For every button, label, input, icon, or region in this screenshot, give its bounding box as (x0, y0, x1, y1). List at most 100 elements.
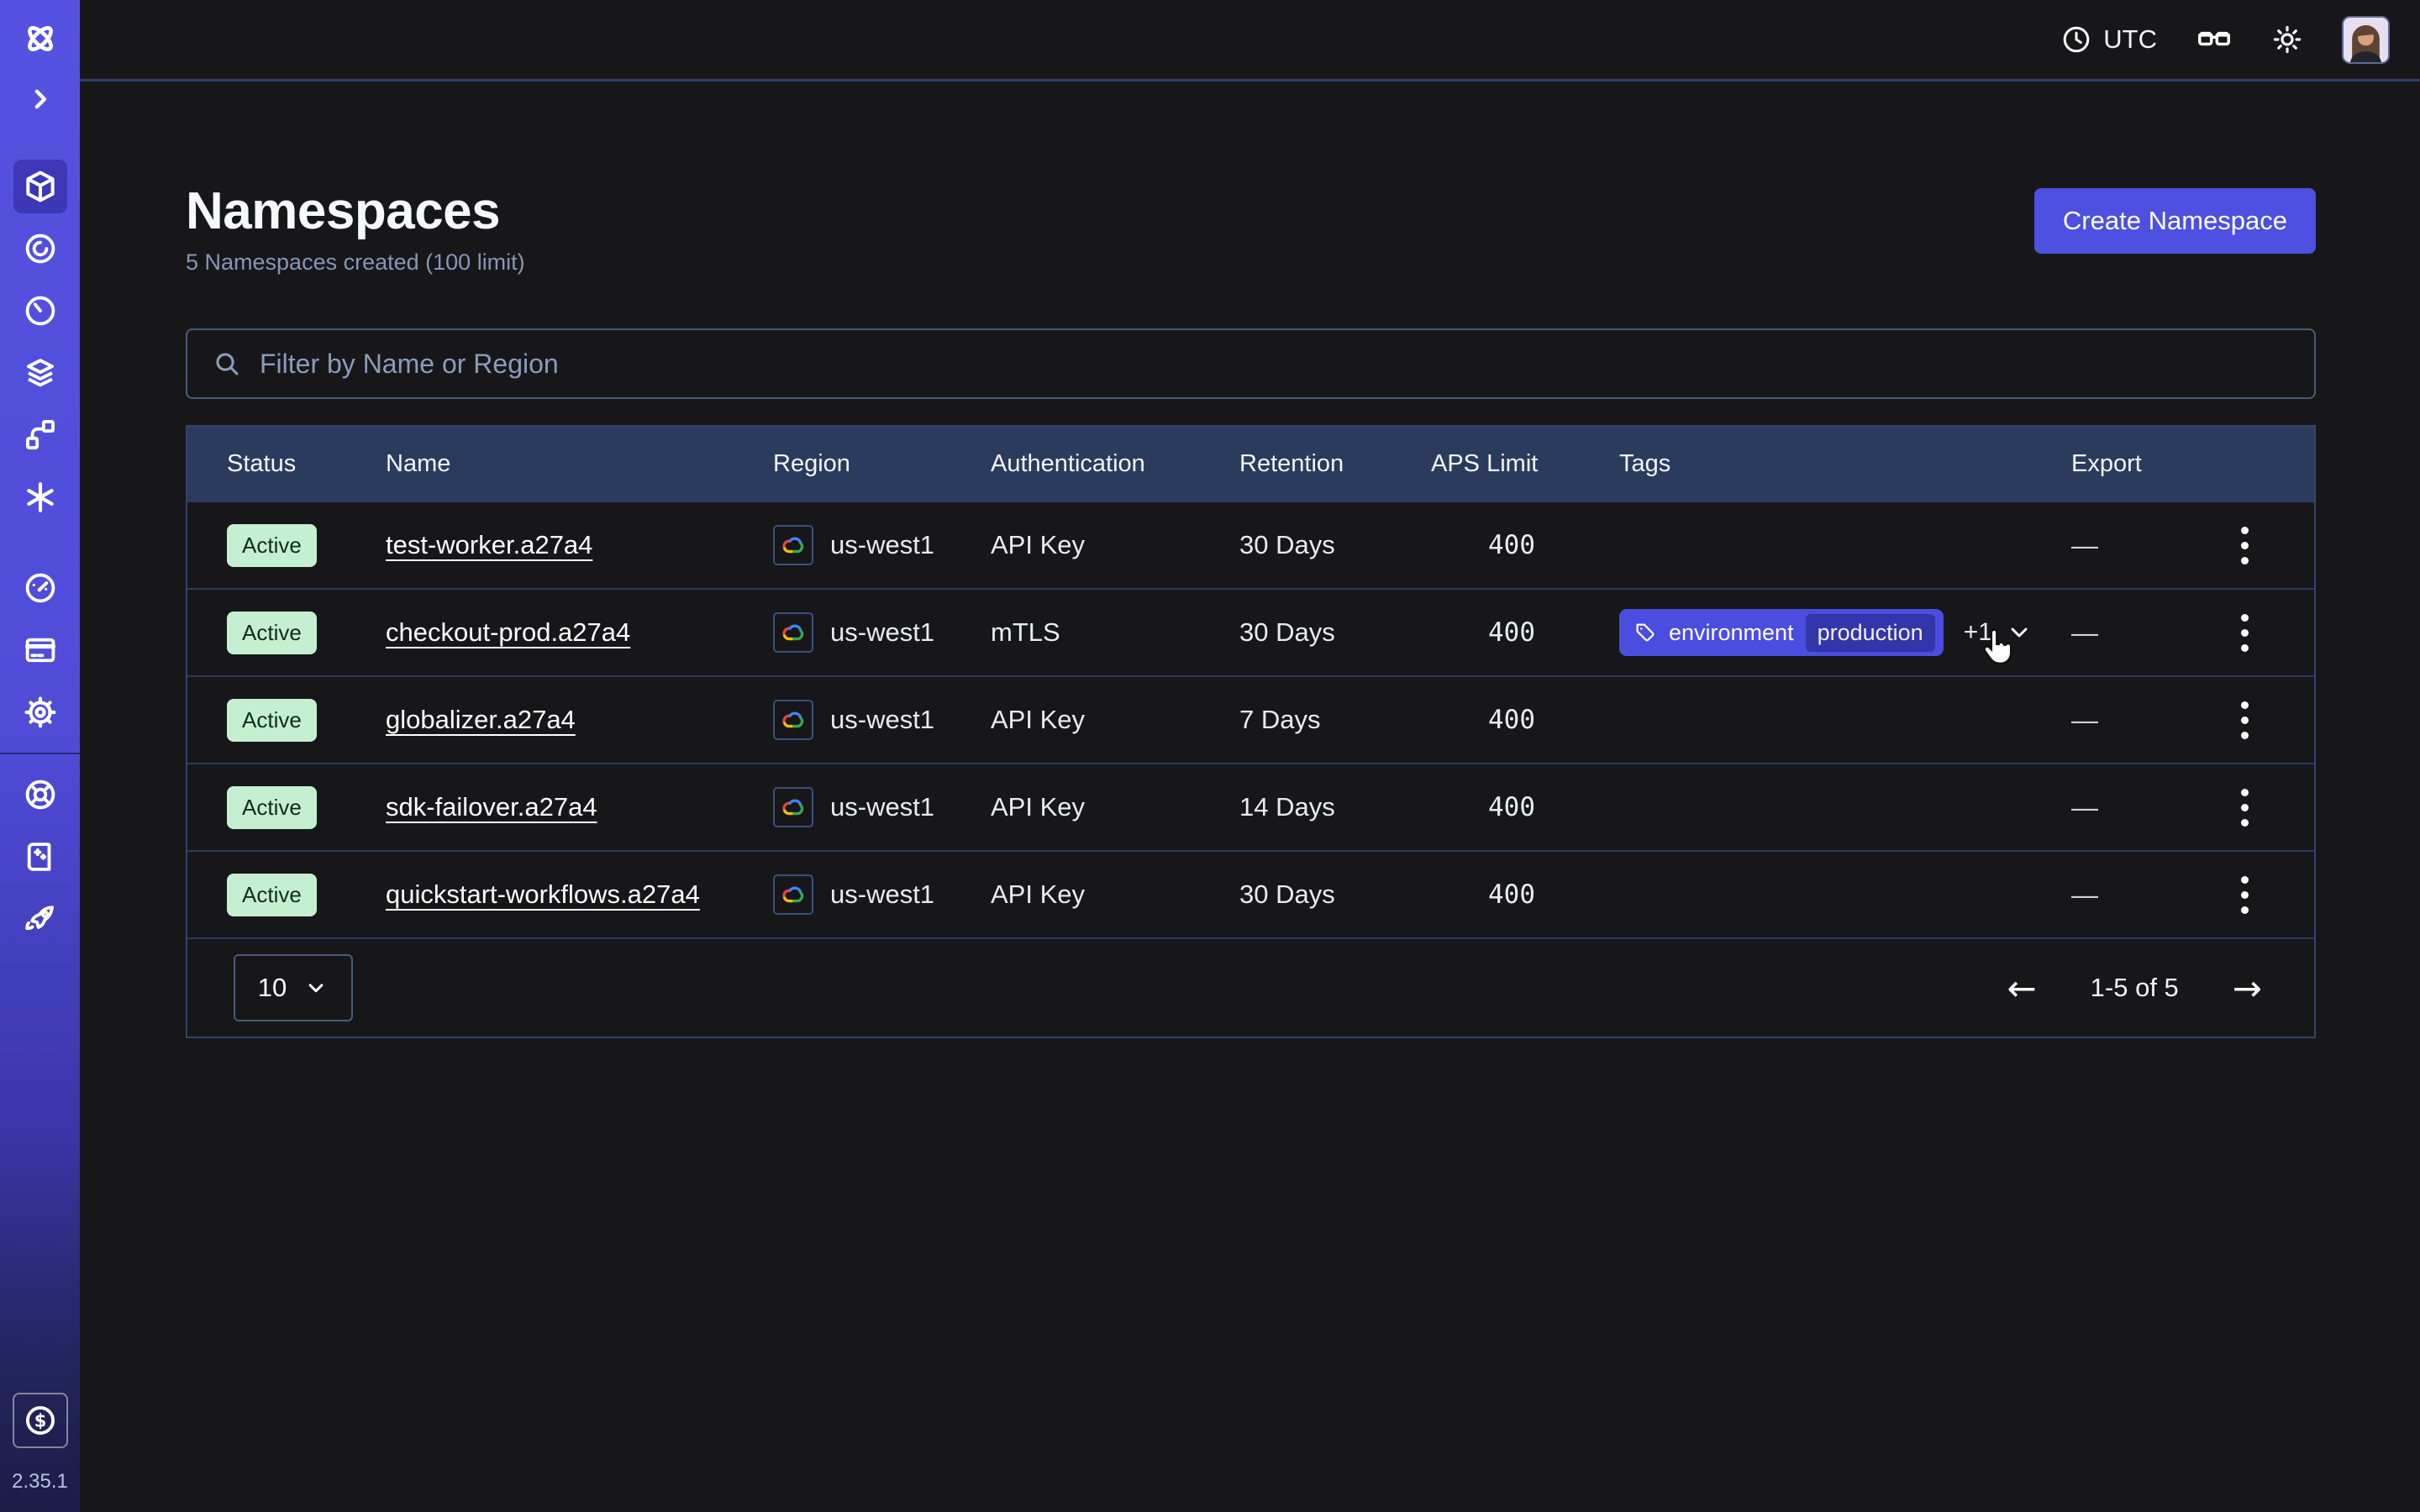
timezone-selector[interactable]: UTC (2061, 24, 2157, 55)
aps-limit-value: 400 (1431, 617, 1619, 648)
billing-card-icon (23, 633, 58, 668)
status-badge: Active (227, 874, 317, 916)
prev-page-button[interactable]: ← (2007, 968, 2036, 1009)
sidebar-item-workflows[interactable] (13, 222, 67, 276)
page-subtitle: 5 Namespaces created (100 limit) (186, 249, 525, 276)
next-page-button[interactable]: → (2233, 968, 2262, 1009)
gcp-region-icon (773, 700, 813, 740)
layers-icon (23, 355, 58, 391)
row-menu-button[interactable] (2236, 696, 2254, 744)
topbar: UTC (80, 0, 2420, 81)
sidebar-item-batch-operations[interactable] (13, 470, 67, 524)
timezone-label: UTC (2103, 24, 2157, 55)
dollar-badge-icon: $ (23, 1403, 58, 1438)
sidebar-item-namespaces[interactable] (13, 160, 67, 213)
tag-group: environment production +1 (1619, 609, 2033, 656)
life-ring-icon (23, 777, 58, 812)
retention-value: 14 Days (1239, 792, 1431, 822)
timer-icon (23, 293, 58, 328)
sidebar-item-schedules[interactable] (13, 284, 67, 338)
aps-limit-value: 400 (1431, 792, 1619, 822)
region-label: us-west1 (830, 617, 934, 648)
tag-icon (1634, 622, 1657, 644)
col-header-region: Region (773, 450, 991, 478)
status-badge: Active (227, 786, 317, 829)
table-row: Active test-worker.a27a4 us-west1 API Ke… (187, 501, 2314, 588)
sidebar-item-billing[interactable] (13, 623, 67, 677)
status-badge: Active (227, 612, 317, 654)
tags-expand-chevron-down-icon[interactable] (2006, 619, 2033, 646)
export-value: — (2071, 705, 2098, 736)
col-header-retention: Retention (1239, 450, 1431, 478)
namespace-link[interactable]: checkout-prod.a27a4 (386, 617, 630, 647)
col-header-authentication: Authentication (991, 450, 1239, 478)
table-row: Active quickstart-workflows.a27a4 us-wes… (187, 850, 2314, 937)
theme-toggle-button[interactable] (2271, 24, 2303, 55)
col-header-name: Name (386, 450, 773, 478)
sidebar-item-docs[interactable] (13, 830, 67, 884)
user-avatar[interactable] (2342, 16, 2390, 64)
export-value: — (2071, 530, 2098, 561)
region-label: us-west1 (830, 530, 934, 560)
col-header-aps-limit: APS Limit (1431, 450, 1619, 478)
temporal-logo-icon[interactable] (13, 12, 67, 66)
row-menu-button[interactable] (2236, 784, 2254, 832)
aps-limit-value: 400 (1431, 705, 1619, 735)
create-namespace-button[interactable]: Create Namespace (2034, 188, 2316, 254)
sidebar-item-support[interactable] (13, 768, 67, 822)
region-label: us-west1 (830, 879, 934, 910)
rocket-icon (23, 901, 58, 937)
retention-value: 30 Days (1239, 617, 1431, 648)
row-menu-button[interactable] (2236, 871, 2254, 919)
row-menu-button[interactable] (2236, 609, 2254, 657)
sidebar-item-getting-started[interactable] (13, 892, 67, 946)
retention-value: 7 Days (1239, 705, 1431, 735)
tag-chip[interactable]: environment production (1619, 609, 1944, 656)
gcp-region-icon (773, 787, 813, 827)
region-label: us-west1 (830, 792, 934, 822)
sidebar-item-usage[interactable] (13, 561, 67, 615)
authentication-value: mTLS (991, 617, 1239, 648)
sidebar-item-deployments[interactable] (13, 346, 67, 400)
tag-more-count: +1 (1964, 618, 1992, 647)
sidebar-item-settings[interactable] (13, 685, 67, 739)
table-body: Active test-worker.a27a4 us-west1 API Ke… (187, 501, 2314, 937)
col-header-status: Status (227, 450, 386, 478)
tags-cell: environment production +1 (1619, 609, 2071, 656)
gear-icon (23, 695, 58, 730)
authentication-value: API Key (991, 792, 1239, 822)
main-content: Namespaces 5 Namespaces created (100 lim… (80, 84, 2420, 1512)
search-icon (213, 349, 241, 378)
table-row: Active checkout-prod.a27a4 us-west1 mTLS… (187, 588, 2314, 675)
row-menu-button[interactable] (2236, 522, 2254, 570)
region-label: us-west1 (830, 705, 934, 735)
avatar-portrait (2344, 18, 2388, 62)
namespace-link[interactable]: quickstart-workflows.a27a4 (386, 879, 700, 909)
col-header-tags: Tags (1619, 450, 2071, 478)
tag-value: production (1806, 614, 1935, 652)
namespaces-table: Status Name Region Authentication Retent… (186, 425, 2316, 1038)
namespace-link[interactable]: sdk-failover.a27a4 (386, 792, 597, 822)
gauge-icon (23, 570, 58, 606)
page-size-select[interactable]: 10 (234, 954, 353, 1021)
aps-limit-value: 400 (1431, 530, 1619, 560)
col-header-export: Export (2071, 450, 2314, 478)
namespace-link[interactable]: globalizer.a27a4 (386, 705, 576, 734)
filter-input[interactable] (260, 349, 2289, 380)
export-value: — (2071, 617, 2098, 648)
branch-icon (23, 417, 58, 453)
retention-value: 30 Days (1239, 879, 1431, 910)
namespace-link[interactable]: test-worker.a27a4 (386, 530, 592, 559)
pricing-button[interactable]: $ (13, 1393, 68, 1448)
app-version: 2.35.1 (12, 1470, 68, 1494)
table-header-row: Status Name Region Authentication Retent… (187, 427, 2314, 501)
filter-bar (186, 328, 2316, 399)
status-badge: Active (227, 524, 317, 567)
sidebar-item-nexus[interactable] (13, 408, 67, 462)
sidebar-expand-chevron-right-icon[interactable] (13, 72, 67, 126)
glasses-icon (2196, 21, 2233, 58)
sidebar: $ 2.35.1 (0, 0, 80, 1512)
table-footer: 10 ← 1-5 of 5 → (187, 937, 2314, 1037)
workflows-spiral-icon (23, 231, 58, 266)
codec-glasses-button[interactable] (2196, 21, 2233, 58)
